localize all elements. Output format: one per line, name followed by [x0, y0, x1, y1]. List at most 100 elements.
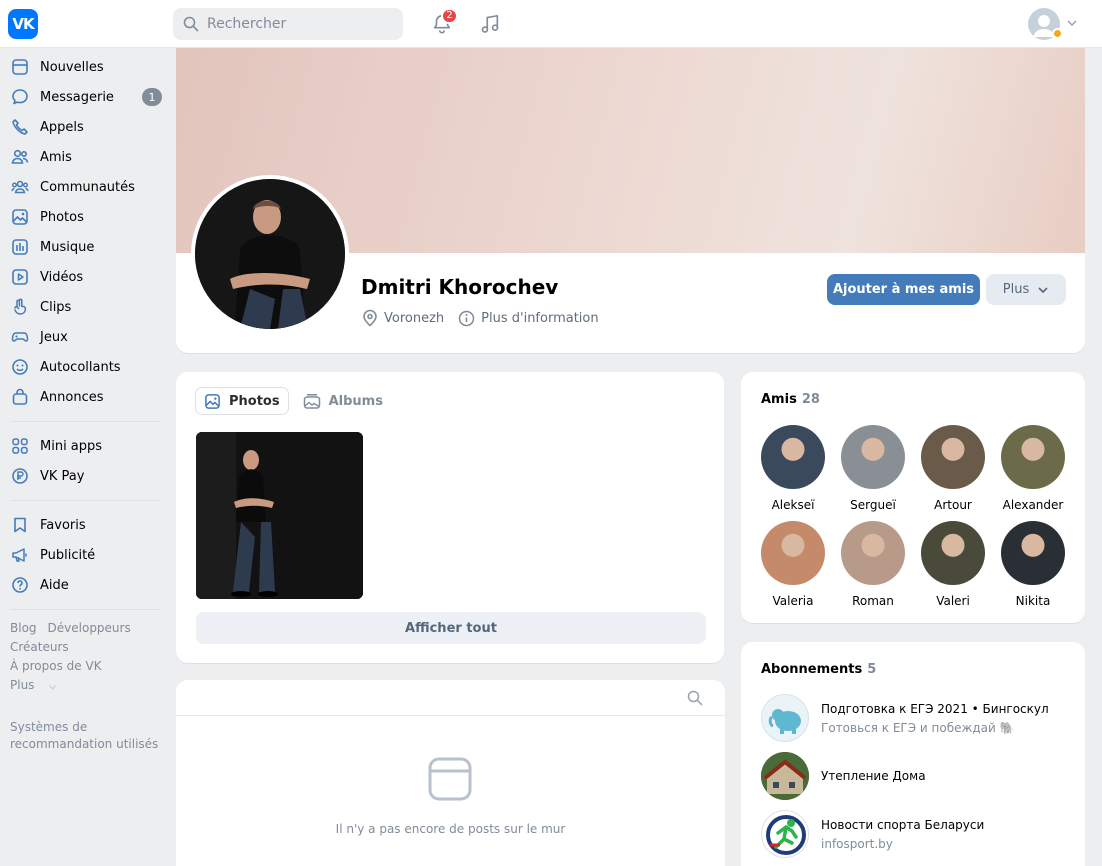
avatar-photo: [195, 179, 345, 329]
friends-title[interactable]: Amis 28: [761, 392, 820, 407]
friend-avatar: [921, 521, 985, 585]
footer-link-blog[interactable]: Blog: [10, 619, 37, 638]
footer-link-developers[interactable]: Développeurs: [48, 619, 131, 638]
footer-links: Blog Développeurs Créateurs À propos de V…: [0, 619, 170, 697]
footer-more-dropdown[interactable]: Plus ⌵: [10, 676, 67, 697]
subscription-subtitle: infosport.by: [821, 836, 893, 851]
friend-item[interactable]: Alekseï: [753, 425, 833, 512]
profile-name: Dmitri Khorochev: [361, 275, 559, 299]
friend-name: Artour: [934, 498, 972, 512]
photo-icon: [205, 393, 220, 409]
footer-recommendations-link[interactable]: Systèmes de recommandation utilisés: [10, 719, 170, 753]
sidebar-item-friends[interactable]: Amis: [0, 142, 175, 172]
tab-photos[interactable]: Photos: [195, 387, 289, 415]
sidebar-item-help[interactable]: Aide: [0, 570, 175, 600]
more-info-label: Plus d'information: [481, 310, 599, 326]
sidebar-item-bookmarks[interactable]: Favoris: [0, 510, 175, 540]
divider: [10, 421, 160, 422]
friend-item[interactable]: Valeria: [753, 521, 833, 608]
footer-link-creators[interactable]: Créateurs: [10, 638, 69, 657]
more-actions-button[interactable]: Plus: [986, 274, 1066, 305]
friends-title-label: Amis: [761, 392, 797, 407]
friend-name: Alexander: [1002, 498, 1064, 512]
communities-icon: [10, 177, 30, 197]
subscriptions-count: 5: [867, 662, 877, 677]
sidebar-item-label: Photos: [40, 209, 84, 225]
info-icon: [458, 310, 475, 326]
photo-thumbnail[interactable]: [196, 432, 363, 599]
sidebar-item-label: Favoris: [40, 517, 86, 533]
profile-avatar[interactable]: [191, 175, 349, 333]
sticker-icon: [10, 357, 30, 377]
wall-card: Il n'y a pas encore de posts sur le mur: [176, 680, 725, 866]
tab-photos-label: Photos: [229, 393, 280, 409]
city-label: Voronezh: [384, 310, 445, 326]
search-input[interactable]: [207, 16, 387, 32]
more-info-link[interactable]: Plus d'information: [458, 310, 599, 327]
sidebar-item-stickers[interactable]: Autocollants: [0, 352, 175, 382]
chevron-down-icon[interactable]: [1066, 17, 1078, 29]
add-friend-button[interactable]: Ajouter à mes amis: [827, 274, 980, 305]
footer-link-about[interactable]: À propos de VK: [10, 657, 102, 676]
footer-recommendations[interactable]: Systèmes de recommandation utilisés: [0, 719, 170, 753]
subscriptions-card: Abonnements 5 Подготовка к ЕГЭ 2021 • Бин…: [741, 642, 1085, 866]
video-icon: [10, 267, 30, 287]
sidebar-item-communities[interactable]: Communautés: [0, 172, 175, 202]
sidebar-item-advertising[interactable]: Publicité: [0, 540, 175, 570]
sidebar-item-calls[interactable]: Appels: [0, 112, 175, 142]
photo-tabs: Photos Albums: [195, 387, 397, 415]
subscription-item[interactable]: Новости спорта Беларуси infosport.by: [761, 810, 984, 858]
sidebar-item-videos[interactable]: Vidéos: [0, 262, 175, 292]
chevron-down-icon: ⌵: [49, 682, 57, 692]
music-player-button[interactable]: [477, 11, 503, 37]
sidebar-item-label: Autocollants: [40, 359, 121, 375]
sidebar-item-clips[interactable]: Clips: [0, 292, 175, 322]
show-all-photos-button[interactable]: Afficher tout: [196, 612, 706, 644]
more-actions-label: Plus: [1002, 282, 1030, 297]
friend-item[interactable]: Alexander: [993, 425, 1073, 512]
subscription-item[interactable]: Утепление Дома: [761, 752, 926, 800]
tab-albums[interactable]: Albums: [295, 387, 391, 415]
friend-item[interactable]: Roman: [833, 521, 913, 608]
sidebar-item-label: Annonces: [40, 389, 104, 405]
friend-item[interactable]: Sergueï: [833, 425, 913, 512]
sidebar-item-ads[interactable]: Annonces: [0, 382, 175, 412]
sidebar: Nouvelles Messagerie 1 Appels Amis Commun…: [0, 52, 175, 753]
sidebar-item-games[interactable]: Jeux: [0, 322, 175, 352]
friend-avatar: [841, 425, 905, 489]
notification-badge: 2: [441, 8, 458, 24]
friend-item[interactable]: Nikita: [993, 521, 1073, 608]
sidebar-item-news[interactable]: Nouvelles: [0, 52, 175, 82]
sidebar-item-photos[interactable]: Photos: [0, 202, 175, 232]
sidebar-item-label: Mini apps: [40, 438, 103, 454]
subscriptions-title[interactable]: Abonnements 5: [761, 662, 876, 677]
apps-icon: [10, 436, 30, 456]
sidebar-item-label: Messagerie: [40, 89, 114, 105]
subscription-avatar: [761, 810, 809, 858]
vk-logo[interactable]: VK: [8, 9, 38, 39]
subscription-title: Подготовка к ЕГЭ 2021 • Бингоскул: [821, 701, 1049, 716]
friend-item[interactable]: Valeri: [913, 521, 993, 608]
subscription-avatar: [761, 752, 809, 800]
subscription-item[interactable]: Подготовка к ЕГЭ 2021 • Бингоскул Готовьс…: [761, 694, 1049, 742]
profile-city: Voronezh: [362, 309, 444, 327]
empty-wall-icon: [428, 757, 472, 801]
sidebar-item-music[interactable]: Musique: [0, 232, 175, 262]
wall-toolbar: [176, 680, 725, 716]
phone-icon: [10, 117, 30, 137]
photos-card: Photos Albums Afficher tout: [176, 372, 724, 663]
sidebar-item-vk-pay[interactable]: VK Pay: [0, 461, 175, 491]
search-box[interactable]: [173, 8, 403, 40]
subscription-subtitle: Готовься к ЕГЭ и побеждай 🐘: [821, 720, 1015, 735]
friend-item[interactable]: Artour: [913, 425, 993, 512]
sidebar-item-label: Clips: [40, 299, 72, 315]
search-icon[interactable]: [687, 690, 703, 706]
sidebar-item-messages[interactable]: Messagerie 1: [0, 82, 175, 112]
subscription-title: Новости спорта Беларуси: [821, 817, 985, 832]
divider: [10, 609, 160, 610]
sidebar-item-label: Vidéos: [40, 269, 84, 285]
friend-name: Valeria: [772, 594, 814, 608]
news-icon: [10, 57, 30, 77]
sidebar-item-mini-apps[interactable]: Mini apps: [0, 431, 175, 461]
location-icon: [363, 309, 377, 327]
